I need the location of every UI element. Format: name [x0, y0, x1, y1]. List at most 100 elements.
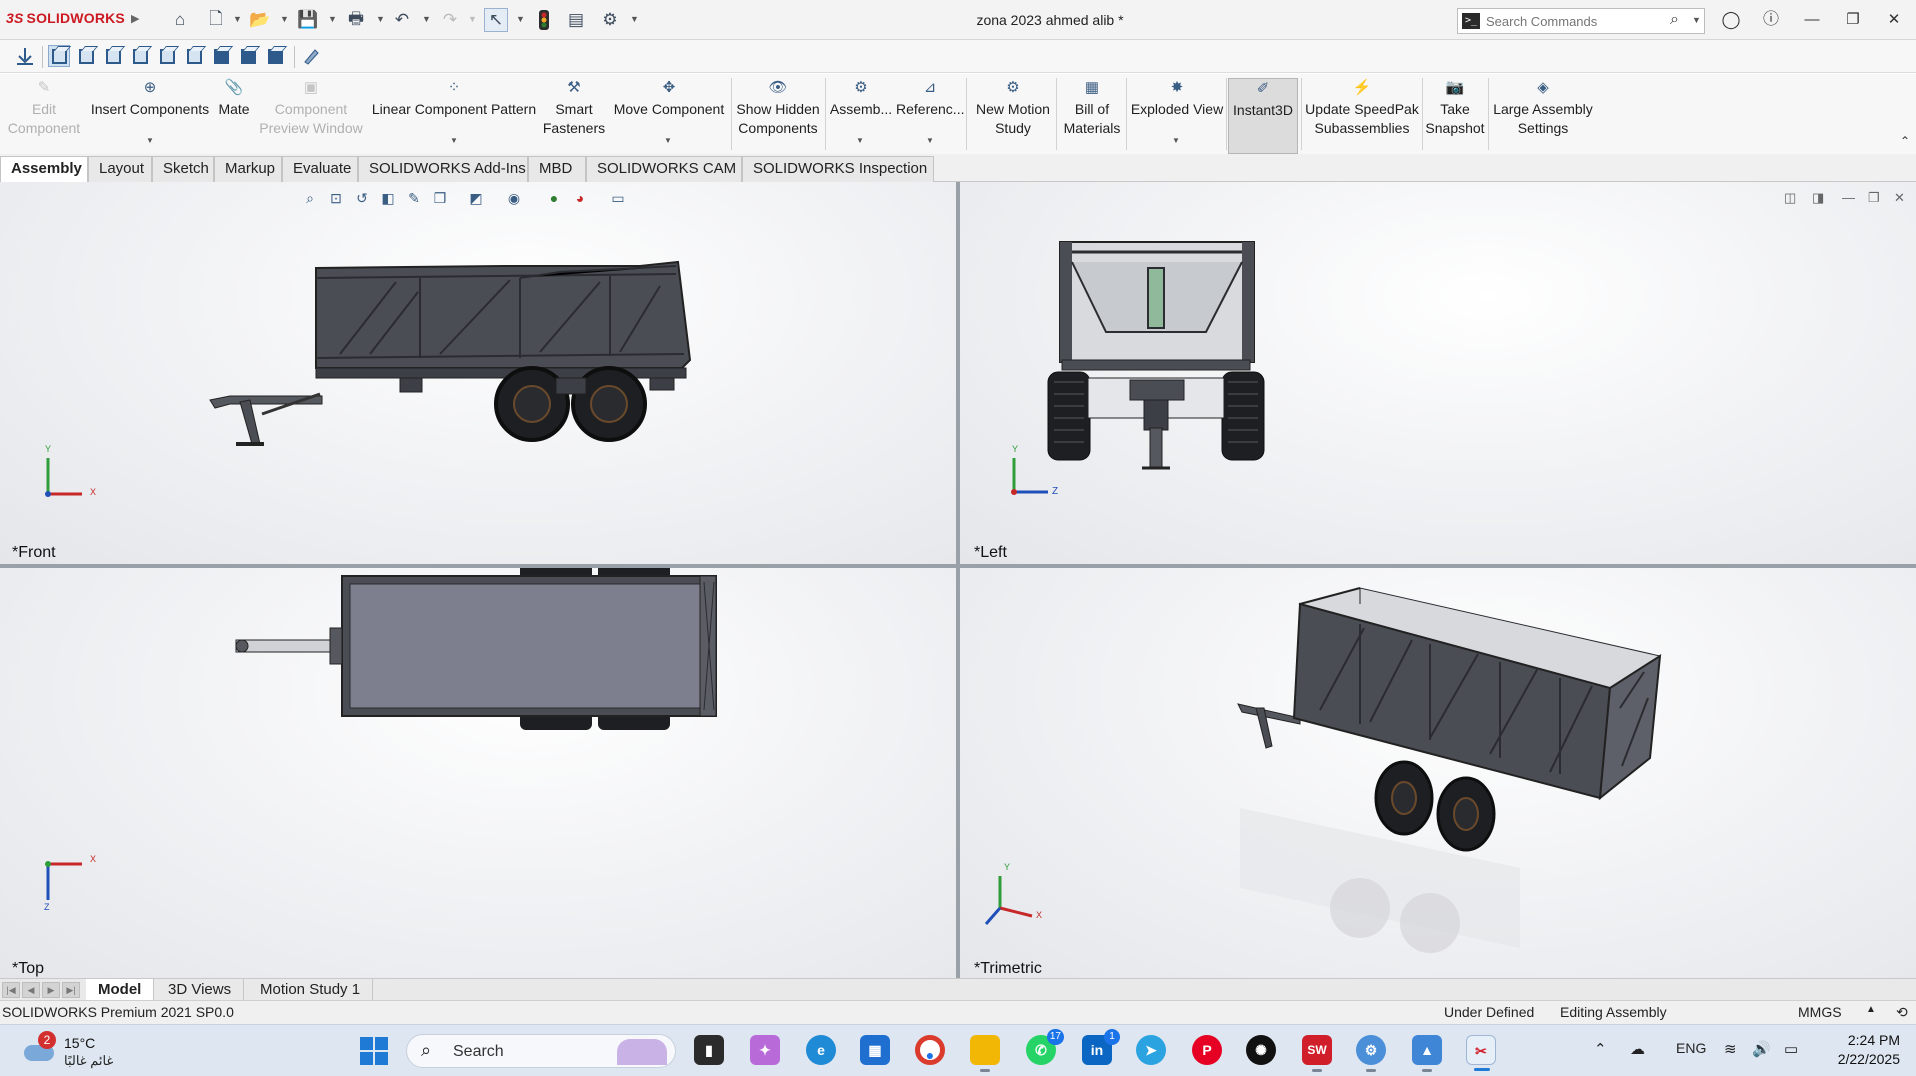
undo-icon[interactable]: ↶ — [390, 8, 414, 32]
new-dropdown-icon[interactable]: ▼ — [233, 14, 242, 24]
view-selector-icon[interactable] — [300, 45, 322, 67]
photos-app-icon[interactable]: ▲ — [1412, 1035, 1442, 1072]
redo-icon[interactable]: ↷ — [438, 8, 462, 32]
print-dropdown-icon[interactable]: ▼ — [376, 14, 385, 24]
user-account-icon[interactable]: ◯ — [1716, 8, 1746, 32]
back-view-icon[interactable] — [75, 45, 97, 67]
help-icon[interactable]: ⓘ — [1756, 8, 1786, 32]
menu-expand-icon[interactable]: ▶ — [131, 12, 139, 25]
tab-model[interactable]: Model — [86, 979, 155, 1001]
file-properties-icon[interactable]: ▤ — [564, 8, 588, 32]
print-icon[interactable]: 🖶 — [344, 8, 368, 32]
tab-layout[interactable]: Layout — [88, 156, 152, 182]
search-dropdown-icon[interactable]: ▼ — [1692, 15, 1701, 25]
assembly-features-dropdown-icon[interactable]: ▼ — [856, 136, 864, 145]
take-snapshot-button[interactable]: 📷 Take Snapshot — [1424, 78, 1486, 138]
minimize-button[interactable]: — — [1797, 8, 1827, 32]
tab-scroll-arrows[interactable]: |◀ ◀ ▶ ▶| — [2, 982, 82, 998]
smart-fasteners-button[interactable]: ⚒ Smart Fasteners — [540, 78, 608, 138]
edit-component-button[interactable]: ✎ Edit Component — [6, 78, 82, 138]
search-commands-input[interactable] — [1486, 12, 1656, 30]
weather-widget[interactable]: 2 15°C غائم غالبًا — [24, 1031, 144, 1071]
large-assembly-settings-button[interactable]: ◈ Large Assembly Settings — [1490, 78, 1596, 138]
undo-dropdown-icon[interactable]: ▼ — [422, 14, 431, 24]
exploded-view-dropdown-icon[interactable]: ▼ — [1172, 136, 1180, 145]
show-hidden-icons-chevron[interactable]: ⌃ — [1594, 1040, 1607, 1058]
assembly-features-button[interactable]: ⚙ Assemb... — [828, 78, 894, 119]
settings-app-icon[interactable]: ⚙ — [1356, 1035, 1386, 1072]
viewport-top[interactable]: X Z *Top — [0, 568, 956, 980]
redo-dropdown-icon[interactable]: ▼ — [468, 14, 477, 24]
graphics-area[interactable]: ⌕ ⊡ ↺ ◧ ✎ ❒ ◩ ◉ ● ◕ ▭ Y X *Front ◫ ◨ — ❐… — [0, 182, 1916, 980]
top-view-icon[interactable] — [156, 45, 178, 67]
unit-system-dropdown-icon[interactable]: ▲ — [1866, 1004, 1876, 1015]
options-gear-icon[interactable]: ⚙ — [598, 8, 622, 32]
new-motion-study-button[interactable]: ⚙ New Motion Study — [970, 78, 1056, 138]
tab-3d-views[interactable]: 3D Views — [156, 979, 245, 1001]
linear-component-pattern-button[interactable]: ⁘ Linear Component Pattern — [368, 78, 540, 119]
bill-of-materials-button[interactable]: ▦ Bill of Materials — [1060, 78, 1124, 138]
search-icon[interactable]: ⌕ — [1670, 11, 1679, 29]
restore-button[interactable]: ❐ — [1838, 8, 1868, 32]
right-view-icon[interactable] — [129, 45, 151, 67]
solidworks-app-icon[interactable]: SW — [1302, 1035, 1332, 1072]
previous-tab-icon[interactable]: ◀ — [22, 982, 40, 998]
dimetric-view-icon[interactable] — [264, 45, 286, 67]
task-view-icon[interactable]: ▮ — [694, 1035, 724, 1065]
search-commands-box[interactable]: >_ ⌕ ▼ — [1457, 8, 1705, 34]
first-tab-icon[interactable]: |◀ — [2, 982, 20, 998]
windows-start-button[interactable] — [360, 1037, 388, 1065]
unit-system-button[interactable]: MMGS — [1798, 1004, 1842, 1020]
viewport-vertical-splitter[interactable] — [956, 182, 960, 980]
volume-icon[interactable]: 🔊 — [1752, 1040, 1771, 1058]
onedrive-cloud-icon[interactable]: ☁ — [1630, 1040, 1645, 1058]
bottom-view-icon[interactable] — [183, 45, 205, 67]
rebuild-traffic-light-icon[interactable] — [532, 8, 556, 32]
input-language-indicator[interactable]: ENG — [1676, 1040, 1706, 1056]
isometric-view-icon[interactable] — [210, 45, 232, 67]
tab-evaluate[interactable]: Evaluate — [282, 156, 358, 182]
trimetric-view-icon[interactable] — [237, 45, 259, 67]
whatsapp-icon[interactable]: ✆ 17 — [1026, 1029, 1064, 1065]
tab-assembly[interactable]: Assembly — [0, 156, 88, 183]
collapse-ribbon-icon[interactable]: ⌃ — [1900, 134, 1910, 148]
save-dropdown-icon[interactable]: ▼ — [328, 14, 337, 24]
open-folder-icon[interactable]: 📂 — [248, 8, 272, 32]
system-clock[interactable]: 2:24 PM 2/22/2025 — [1820, 1031, 1900, 1069]
viewport-front[interactable]: ⌕ ⊡ ↺ ◧ ✎ ❒ ◩ ◉ ● ◕ ▭ Y X *Front — [0, 182, 956, 564]
tab-motion-study-1[interactable]: Motion Study 1 — [248, 979, 374, 1001]
update-speedpak-button[interactable]: ⚡ Update SpeedPak Subassemblies — [1304, 78, 1420, 138]
taskbar-search-box[interactable]: ⌕ Search — [406, 1034, 676, 1068]
tab-solidworks-add-ins[interactable]: SOLIDWORKS Add-Ins — [358, 156, 528, 182]
new-document-icon[interactable]: 🗋 — [204, 8, 228, 32]
mate-button[interactable]: 📎 Mate — [214, 78, 254, 119]
viewport-horizontal-splitter[interactable] — [0, 564, 1916, 568]
chatgpt-icon[interactable]: ✺ — [1246, 1035, 1276, 1065]
tab-markup[interactable]: Markup — [214, 156, 282, 182]
rebuild-status-icon[interactable]: ⟲ — [1896, 1004, 1908, 1021]
move-component-dropdown-icon[interactable]: ▼ — [664, 136, 672, 145]
tab-solidworks-inspection[interactable]: SOLIDWORKS Inspection — [742, 156, 934, 182]
snipping-tool-icon[interactable]: ✂ — [1466, 1035, 1496, 1071]
normal-to-icon[interactable] — [14, 45, 36, 67]
select-dropdown-icon[interactable]: ▼ — [516, 14, 525, 24]
open-dropdown-icon[interactable]: ▼ — [280, 14, 289, 24]
component-preview-window-button[interactable]: ▣ Component Preview Window — [256, 78, 366, 138]
viewport-left[interactable]: ◫ ◨ — ❐ ✕ ⌂ ▥ 🗀 ▦ ◕ ☰ 🌐 — [960, 182, 1916, 564]
insert-components-button[interactable]: ⊕ Insert Components — [88, 78, 212, 119]
last-tab-icon[interactable]: ▶| — [62, 982, 80, 998]
tab-sketch[interactable]: Sketch — [152, 156, 214, 182]
instant3d-button[interactable]: ✐ Instant3D — [1228, 78, 1298, 154]
copilot-icon[interactable]: ✦ — [750, 1035, 780, 1065]
solidworks-logo[interactable]: 3S SOLIDWORKS — [6, 10, 125, 26]
left-view-icon[interactable] — [102, 45, 124, 67]
exploded-view-button[interactable]: ✸ Exploded View — [1130, 78, 1224, 119]
chrome-icon[interactable]: ● — [915, 1035, 945, 1065]
viewport-trimetric[interactable]: Y X *Trimetric — [960, 568, 1916, 980]
tab-mbd[interactable]: MBD — [528, 156, 586, 182]
edge-browser-icon[interactable]: e — [806, 1035, 836, 1065]
front-view-icon[interactable] — [48, 45, 70, 67]
insert-components-dropdown-icon[interactable]: ▼ — [146, 136, 154, 145]
reference-geometry-button[interactable]: ⊿ Referenc... — [896, 78, 964, 119]
pinterest-icon[interactable]: P — [1192, 1035, 1222, 1065]
